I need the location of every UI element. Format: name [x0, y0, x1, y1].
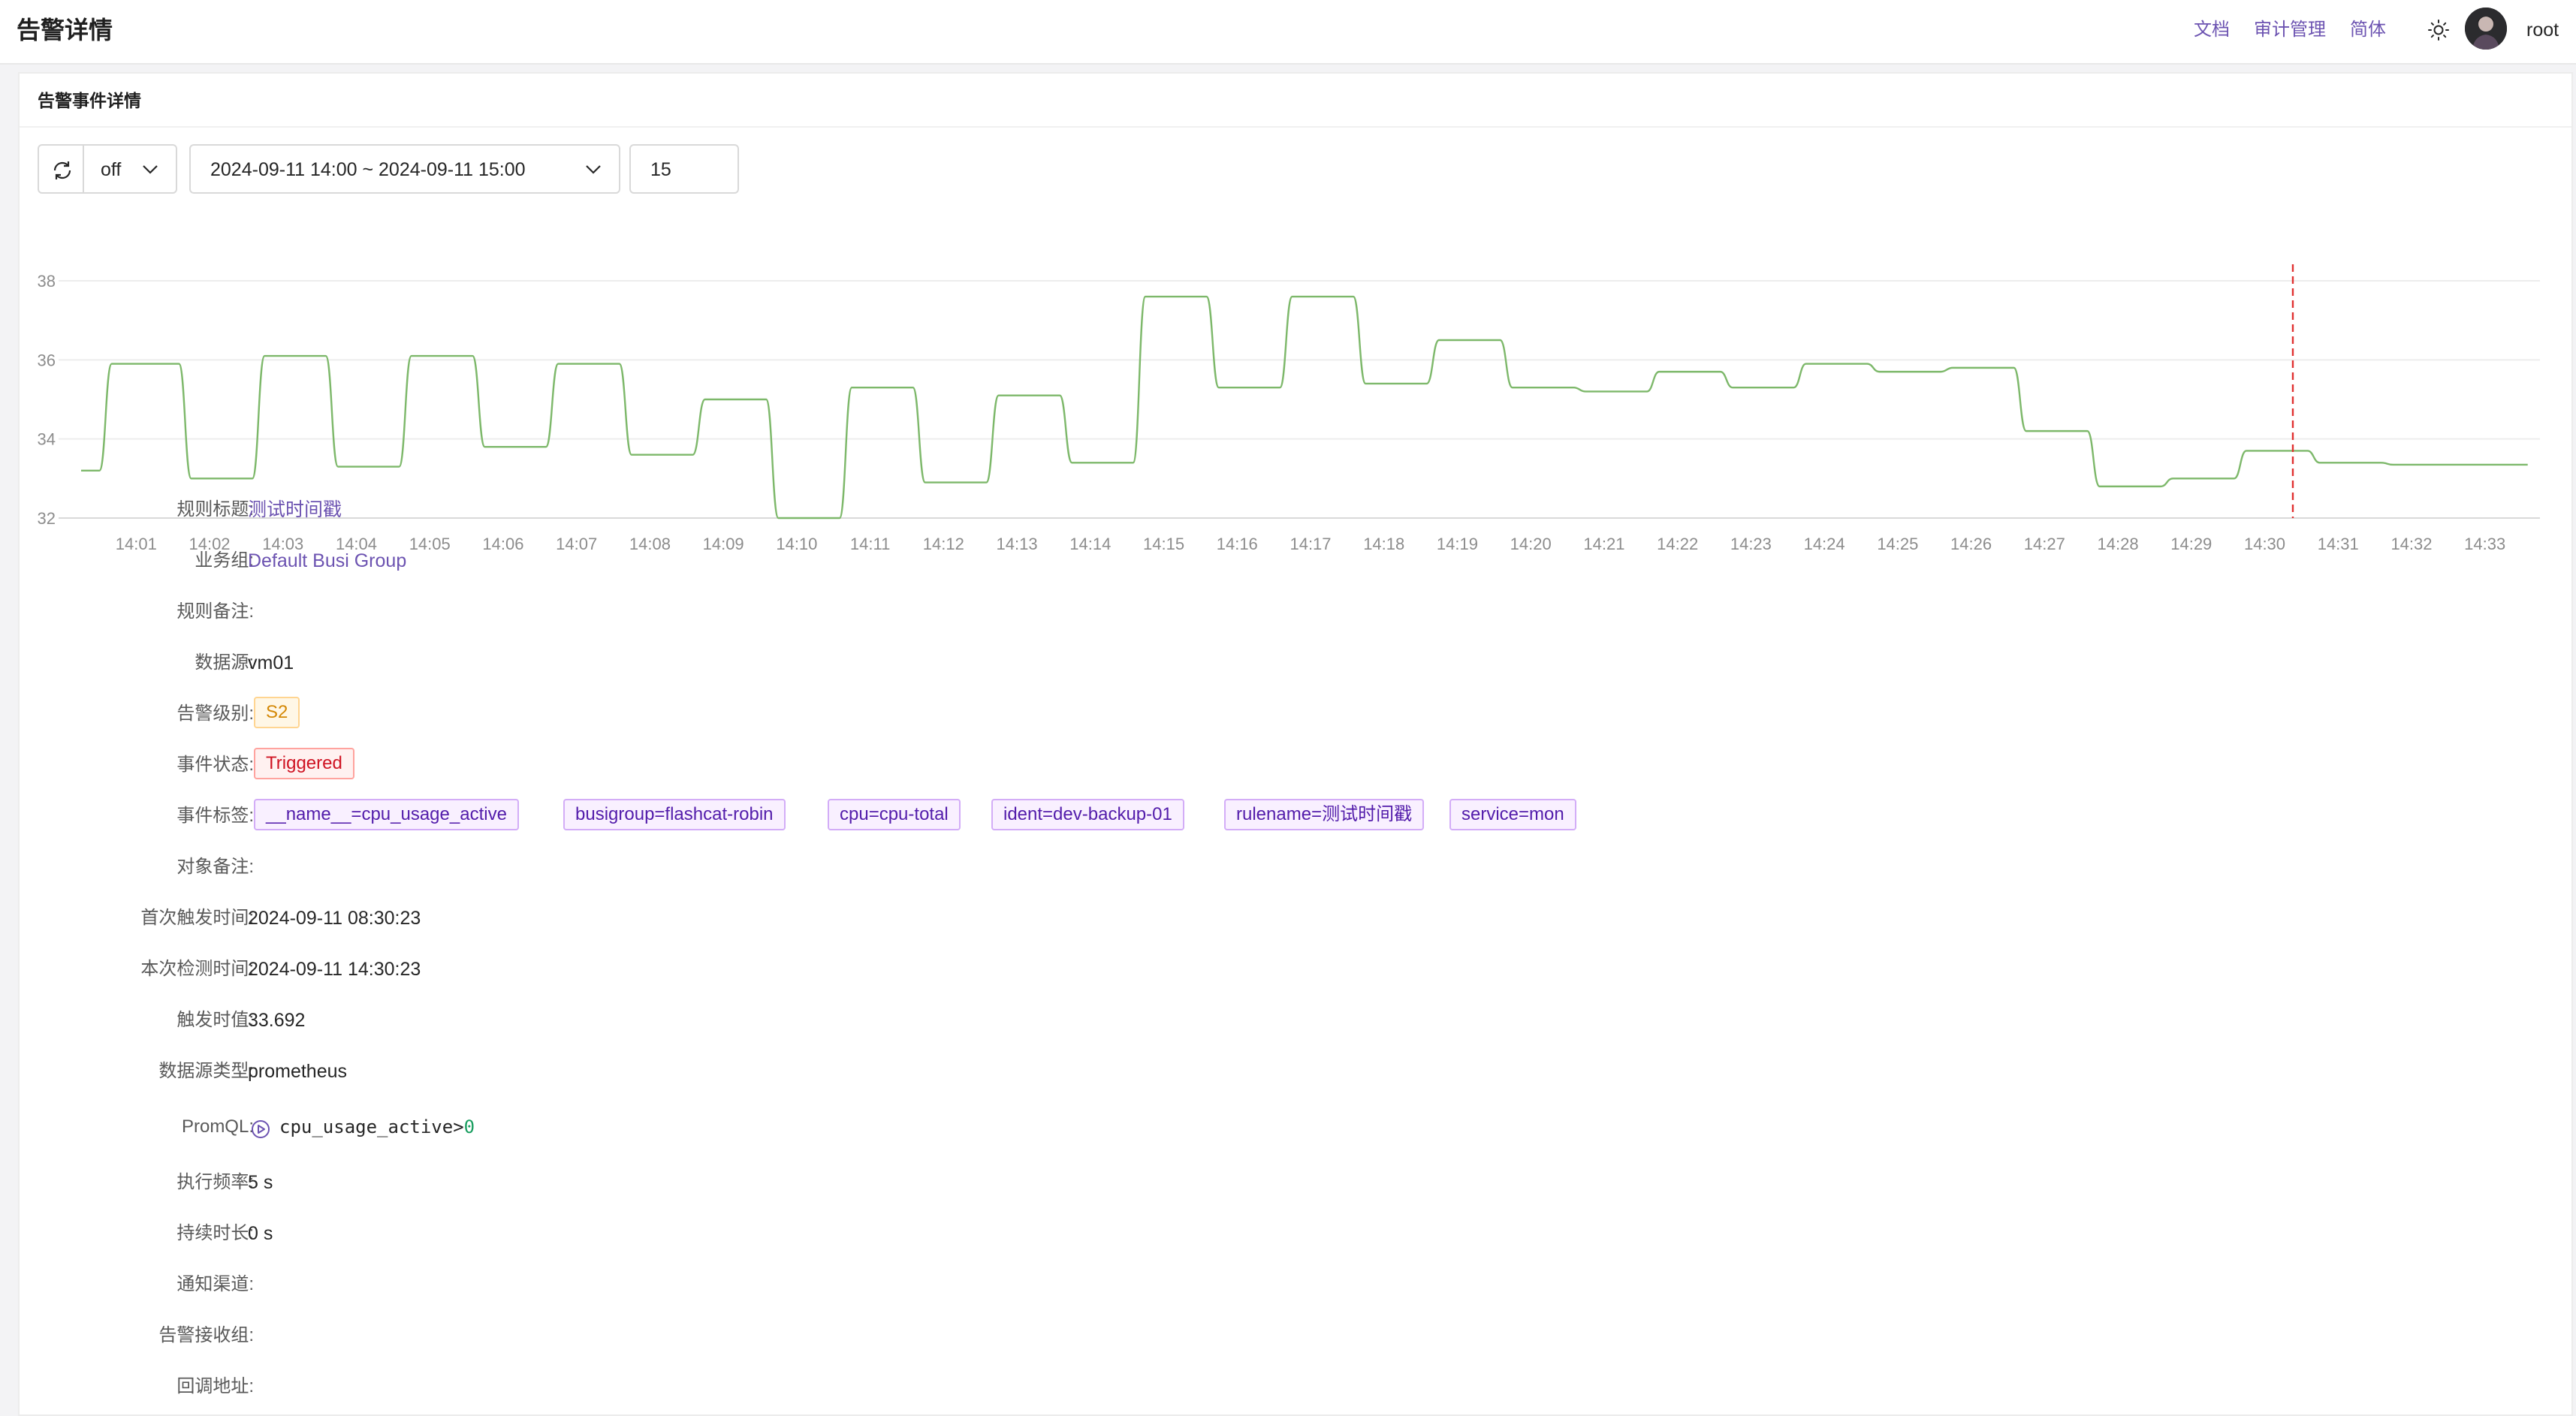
audit-link[interactable]: 审计管理 — [2254, 17, 2326, 44]
detail-row-datasource-type: 数据源类型: prometheus — [20, 1053, 2571, 1090]
promql-label: PromQL: — [181, 1116, 254, 1137]
datasource-type-value: prometheus — [248, 1061, 348, 1082]
promql-threshold: 0 — [463, 1116, 475, 1137]
refresh-icon — [53, 161, 71, 179]
rule-title-label: 规则标题: — [176, 499, 254, 520]
detail-row-eval-interval: 执行频率: 5 s — [20, 1164, 2571, 1201]
duration-value: 0 s — [248, 1223, 273, 1244]
user-name[interactable]: root — [2526, 17, 2559, 44]
y-tick-label: 34 — [38, 430, 56, 449]
chevron-down-icon — [143, 165, 158, 174]
datasource-type-label: 数据源类型: — [158, 1061, 254, 1081]
status-label: 事件状态: — [176, 755, 254, 775]
detail-row-rule-note: 规则备注: — [20, 593, 2571, 631]
trigger-value-label: 触发时值: — [176, 1010, 254, 1030]
time-range-value: 2024-09-11 14:00 ~ 2024-09-11 15:00 — [210, 159, 526, 180]
alert-event-card: 告警事件详情 off 2024-09-11 14:00 ~ 2024-09-11… — [18, 72, 2573, 1416]
detail-row-notify-channels: 通知渠道: — [20, 1266, 2571, 1303]
eval-interval-label: 执行频率: — [176, 1172, 254, 1192]
detail-row-target-note: 对象备注: — [20, 848, 2571, 886]
detail-row-datasource: 数据源: vm01 — [20, 644, 2571, 682]
busi-group-link[interactable]: Default Busi Group — [248, 548, 406, 574]
detail-row-duration: 持续时长: 0 s — [20, 1215, 2571, 1252]
target-note-label: 对象备注: — [176, 857, 254, 877]
detail-row-last-eval: 本次检测时间: 2024-09-11 14:30:23 — [20, 951, 2571, 988]
detail-row-tags: 事件标签: __name__=cpu_usage_active busigrou… — [20, 797, 2571, 835]
card-title: 告警事件详情 — [38, 91, 141, 110]
y-tick-label: 38 — [38, 272, 56, 291]
rule-note-label: 规则备注: — [176, 601, 254, 622]
notify-groups-label: 告警接收组: — [158, 1325, 254, 1345]
detail-row-severity: 告警级别: S2 — [20, 695, 2571, 733]
page-title: 告警详情 — [17, 17, 113, 44]
promql-query: cpu_usage_active> — [279, 1116, 464, 1137]
series-line — [81, 295, 2528, 520]
top-header: 告警详情 文档 审计管理 简体 root — [0, 0, 2576, 65]
last-eval-value: 2024-09-11 14:30:23 — [248, 959, 421, 980]
event-tag[interactable]: ident=dev-backup-01 — [991, 799, 1184, 830]
y-tick-label: 36 — [38, 351, 56, 369]
event-tag[interactable]: __name__=cpu_usage_active — [254, 799, 519, 830]
trigger-value: 33.692 — [248, 1010, 306, 1031]
detail-row-busi-group: 业务组: Default Busi Group — [20, 542, 2571, 580]
datasource-label: 数据源: — [195, 652, 254, 673]
first-trigger-value: 2024-09-11 08:30:23 — [248, 908, 421, 929]
callbacks-label: 回调地址: — [176, 1376, 254, 1396]
detail-row-status: 事件状态: Triggered — [20, 746, 2571, 784]
detail-row-callbacks: 回调地址: — [20, 1368, 2571, 1405]
card-header: 告警事件详情 — [20, 74, 2571, 128]
last-eval-label: 本次检测时间: — [140, 959, 254, 979]
detail-row-rule-title: 规则标题: 测试时间戳 — [20, 491, 2571, 529]
play-circle-icon[interactable] — [251, 1119, 270, 1139]
detail-row-promql: PromQL: cpu_usage_active>0 — [20, 1108, 2571, 1146]
status-badge: Triggered — [254, 748, 354, 779]
detail-row-notify-groups: 告警接收组: — [20, 1317, 2571, 1354]
first-trigger-label: 首次触发时间: — [140, 908, 254, 928]
severity-badge: S2 — [254, 697, 300, 728]
detail-row-trigger-value: 触发时值: 33.692 — [20, 1002, 2571, 1039]
busi-group-label: 业务组: — [195, 550, 254, 571]
duration-label: 持续时长: — [176, 1223, 254, 1243]
rule-title-link[interactable]: 测试时间戳 — [248, 497, 342, 523]
user-avatar[interactable] — [2465, 8, 2507, 50]
event-tag[interactable]: busigroup=flashcat-robin — [563, 799, 786, 830]
step-value: 15 — [650, 159, 671, 180]
event-tag[interactable]: cpu=cpu-total — [828, 799, 961, 830]
refresh-interval-value: off — [101, 159, 122, 180]
theme-toggle-sun-icon[interactable] — [2425, 17, 2452, 44]
event-tag[interactable]: rulename=测试时间戳 — [1224, 799, 1425, 830]
chevron-down-icon — [586, 165, 601, 174]
language-switch[interactable]: 简体 — [2350, 17, 2386, 44]
notify-channels-label: 通知渠道: — [176, 1274, 254, 1294]
eval-interval-value: 5 s — [248, 1172, 273, 1193]
severity-label: 告警级别: — [176, 703, 254, 724]
tags-label: 事件标签: — [176, 806, 254, 826]
event-tag[interactable]: service=mon — [1449, 799, 1576, 830]
docs-link[interactable]: 文档 — [2194, 17, 2230, 44]
datasource-value: vm01 — [248, 652, 294, 673]
detail-row-first-trigger: 首次触发时间: 2024-09-11 08:30:23 — [20, 899, 2571, 937]
